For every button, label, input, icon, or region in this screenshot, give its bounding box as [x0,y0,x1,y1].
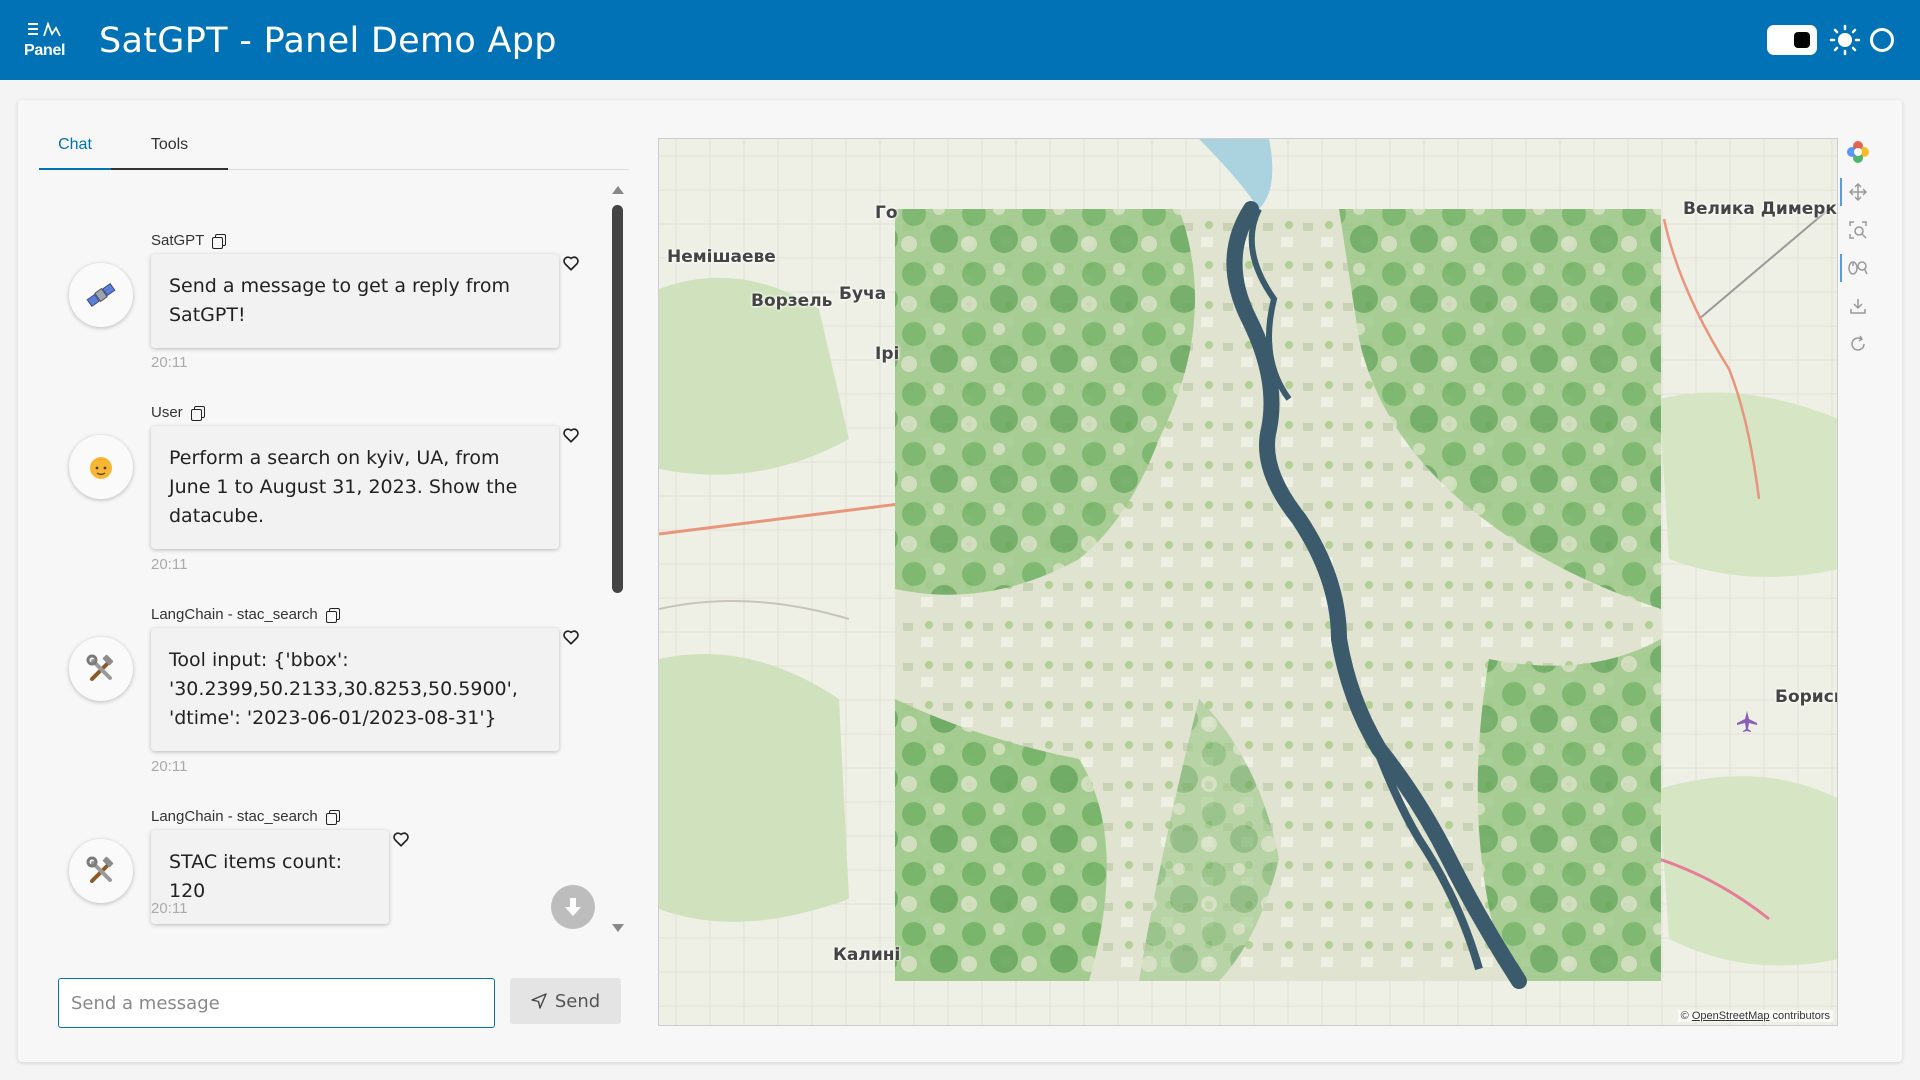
logo-text: Panel [24,42,66,59]
save-tool[interactable] [1846,294,1870,318]
message-timestamp: 20:11 [151,758,188,775]
theme-toggle[interactable] [1767,25,1817,55]
map-label: Буча [839,284,887,304]
heart-icon[interactable] [562,426,580,444]
author-name: LangChain - stac_search [151,808,318,825]
message-author: LangChain - stac_search [151,808,340,825]
wheel-zoom-tool[interactable] [1846,256,1870,280]
panel-logo[interactable]: Panel [24,20,72,62]
message-author: LangChain - stac_search [151,606,340,623]
pan-tool[interactable] [1846,180,1870,204]
map-label: Немішаеве [667,247,776,267]
scroll-down-arrow[interactable] [612,924,624,932]
message-timestamp: 20:11 [151,354,188,371]
sun-icon[interactable] [1829,24,1861,56]
tools-icon [86,654,114,681]
heart-icon[interactable] [562,628,580,646]
send-label: Send [554,990,601,1012]
map-label: Ворзель [751,291,833,311]
satellite-icon [86,282,116,308]
wheel-zoom-icon [1848,261,1868,275]
reset-tool[interactable] [1846,332,1870,356]
scroll-up-arrow[interactable] [612,186,624,194]
map-attribution: © OpenStreetMap contributors [1677,1010,1833,1022]
download-icon [1850,299,1866,314]
box-zoom-tool[interactable] [1846,218,1870,242]
heart-icon[interactable] [562,254,580,272]
avatar [69,839,133,903]
heart-icon[interactable] [392,830,410,848]
send-button[interactable]: Send [510,978,621,1024]
attribution-suffix: contributors [1769,1010,1830,1022]
message-author: User [151,404,205,421]
tab-chat[interactable]: Chat [39,122,111,170]
map-toolbar [1840,138,1876,358]
bokeh-logo-icon [1847,141,1869,163]
map-label: Бориспі [1775,687,1837,707]
arrow-down-icon [565,898,581,916]
reset-icon [1851,335,1865,351]
message-timestamp: 20:11 [151,900,188,917]
copy-icon[interactable] [190,405,205,421]
map-label: Калині [833,945,901,965]
message-bubble: Send a message to get a reply from SatGP… [151,254,559,348]
toggle-knob [1794,32,1810,48]
copy-icon[interactable] [325,607,340,623]
openstreetmap-link[interactable]: OpenStreetMap [1692,1010,1770,1022]
scroll-to-bottom-button[interactable] [551,885,595,929]
attribution-prefix: © [1680,1010,1692,1022]
map-view[interactable]: Го Немішаеве Ворзель Буча Ірі Велика Дим… [658,138,1838,1026]
bokeh-logo[interactable] [1846,140,1870,164]
circle-icon[interactable] [1870,28,1894,52]
box-zoom-icon [1849,221,1867,239]
avatar [69,263,133,327]
copy-icon[interactable] [212,233,227,249]
tab-bar: Chat Tools [39,122,629,170]
page-title: SatGPT - Panel Demo App [99,21,557,61]
avatar [69,435,133,499]
map-label: Го [875,203,898,223]
active-tool-indicator [1840,254,1842,282]
author-name: SatGPT [151,232,205,249]
message-author: SatGPT [151,232,227,249]
message-timestamp: 20:11 [151,556,188,573]
avatar [69,637,133,701]
author-name: LangChain - stac_search [151,606,318,623]
message-input[interactable] [58,978,495,1028]
menu-lines-icon [28,21,61,37]
map-label: Ірі [875,344,900,364]
map-label: Велика Димерка [1683,199,1838,219]
author-name: User [151,404,183,421]
pan-icon [1849,183,1867,201]
person-icon [90,457,112,479]
chat-feed[interactable]: SatGPT Send a message to get a reply fro… [39,180,629,940]
message-bubble: Perform a search on kyiv, UA, from June … [151,426,559,549]
message-bubble: Tool input: {'bbox': '30.2399,50.2133,30… [151,628,559,751]
tools-icon [86,856,114,883]
scrollbar-thumb[interactable] [612,205,623,593]
tab-tools[interactable]: Tools [111,122,228,170]
copy-icon[interactable] [325,809,340,825]
map-canvas [659,139,1837,1025]
active-tool-indicator [1840,178,1842,206]
app-header: Panel SatGPT - Panel Demo App [0,0,1920,80]
send-icon [531,993,547,1009]
